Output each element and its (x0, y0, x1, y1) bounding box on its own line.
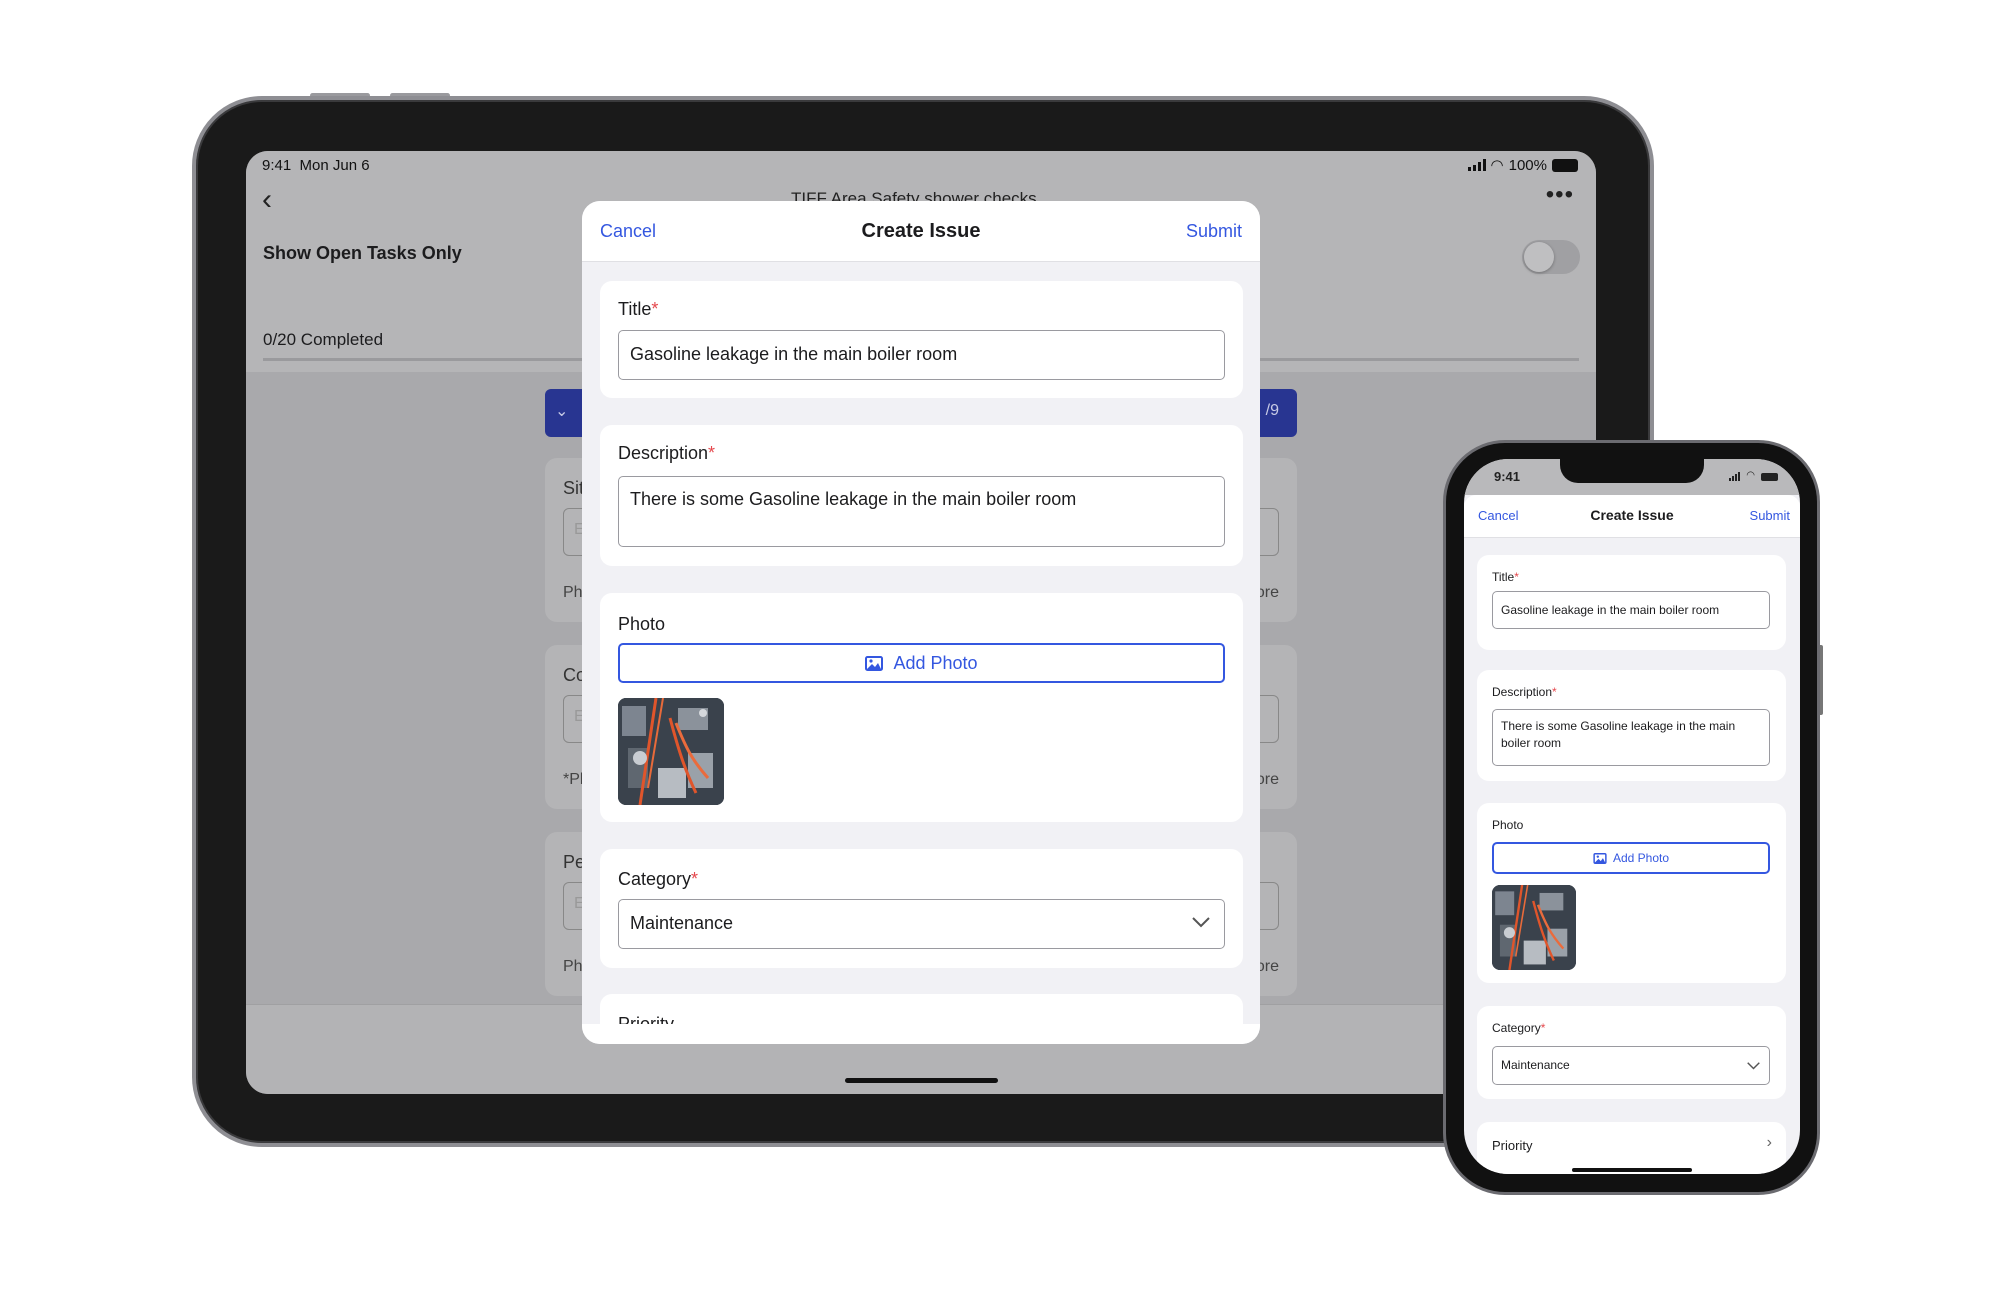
back-chevron-icon[interactable]: ‹ (262, 183, 272, 217)
section-counter: /9 (1265, 402, 1279, 419)
priority-row[interactable]: Priority › (1477, 1122, 1786, 1174)
notch (1560, 459, 1704, 483)
photo-label: Photo (618, 614, 666, 634)
home-indicator (845, 1078, 998, 1083)
category-section: Category* Maintenance (1477, 1006, 1786, 1099)
title-label: Title* (618, 299, 659, 319)
category-label: Category* (618, 869, 699, 889)
chevron-down-icon (1192, 917, 1210, 928)
description-label: Description* (618, 443, 716, 463)
modal-header: Cancel Create Issue Submit (582, 201, 1260, 262)
open-tasks-toggle[interactable] (1522, 240, 1580, 274)
category-select[interactable]: Maintenance (618, 899, 1225, 949)
photo-label: Photo (1492, 818, 1524, 832)
battery-icon (1552, 158, 1578, 172)
title-input[interactable]: Gasoline leakage in the main boiler room (618, 330, 1225, 380)
submit-button[interactable]: Submit (1750, 508, 1790, 523)
category-value: Maintenance (1501, 1058, 1570, 1072)
home-indicator (1572, 1168, 1692, 1172)
chevron-down-icon: ⌄ (555, 403, 569, 420)
title-label: Title* (1492, 570, 1519, 584)
image-icon (1593, 852, 1607, 864)
status-time: 9:41 (1494, 469, 1521, 484)
category-select[interactable]: Maintenance (1492, 1046, 1770, 1085)
title-section: Title* Gasoline leakage in the main boil… (600, 281, 1243, 398)
description-section: Description* There is some Gasoline leak… (1477, 670, 1786, 781)
status-indicators: ◠ 100% (1467, 156, 1578, 174)
chevron-down-icon (1747, 1062, 1760, 1070)
category-section: Category* Maintenance (600, 849, 1243, 968)
title-section: Title* Gasoline leakage in the main boil… (1477, 555, 1786, 650)
iphone-screen: 9:41 ◠ Cancel Create Issue Submit Title*… (1464, 459, 1800, 1174)
photo-section: Photo Add Photo (600, 593, 1243, 822)
card-photo-label: Ph (563, 958, 583, 975)
create-issue-modal: Cancel Create Issue Submit Title* Gasoli… (582, 201, 1260, 1044)
required-mark: * (708, 443, 716, 463)
card-photo-label: Ph (563, 584, 583, 601)
progress-text: 0/20 Completed (263, 330, 384, 349)
add-photo-label: Add Photo (1612, 851, 1670, 865)
category-label: Category* (1492, 1021, 1546, 1035)
wifi-icon: ◠ (1746, 470, 1755, 481)
card-label: Sit (563, 478, 585, 498)
category-value: Maintenance (630, 913, 734, 933)
description-label: Description* (1492, 685, 1557, 699)
photo-section: Photo Add Photo (1477, 803, 1786, 983)
battery-icon (1761, 473, 1778, 481)
status-time: 9:41 Mon Jun 6 (262, 157, 370, 174)
signal-icon (1729, 472, 1741, 481)
card-photo-label: *Pl (563, 771, 584, 788)
toggle-label: Show Open Tasks Only (263, 243, 462, 263)
priority-label: Priority (1492, 1138, 1533, 1153)
battery-percent: 100% (1508, 156, 1547, 174)
required-mark: * (651, 299, 659, 319)
required-mark: * (691, 869, 699, 889)
photo-thumbnail[interactable] (1492, 885, 1576, 970)
add-photo-label: Add Photo (893, 652, 978, 673)
add-photo-button[interactable]: Add Photo (1492, 842, 1770, 874)
submit-button[interactable]: Submit (1186, 221, 1242, 242)
more-options-icon[interactable]: ••• (1546, 181, 1574, 209)
sheet-header: Cancel Create Issue Submit (1464, 495, 1800, 538)
description-textarea[interactable]: There is some Gasoline leakage in the ma… (1492, 709, 1770, 766)
image-icon (865, 655, 884, 671)
modal-footer (582, 1024, 1260, 1044)
boiler-room-photo (1492, 885, 1576, 970)
description-textarea[interactable]: There is some Gasoline leakage in the ma… (618, 476, 1225, 547)
add-photo-button[interactable]: Add Photo (618, 643, 1225, 683)
wifi-icon: ◠ (1490, 157, 1504, 174)
signal-icon (1467, 159, 1486, 171)
boiler-room-photo (618, 698, 724, 805)
title-input[interactable]: Gasoline leakage in the main boiler room (1492, 591, 1770, 629)
chevron-right-icon: › (1766, 1134, 1772, 1151)
description-section: Description* There is some Gasoline leak… (600, 425, 1243, 566)
photo-thumbnail[interactable] (618, 698, 724, 805)
modal-title: Create Issue (861, 220, 981, 242)
status-indicators: ◠ (1729, 470, 1778, 481)
